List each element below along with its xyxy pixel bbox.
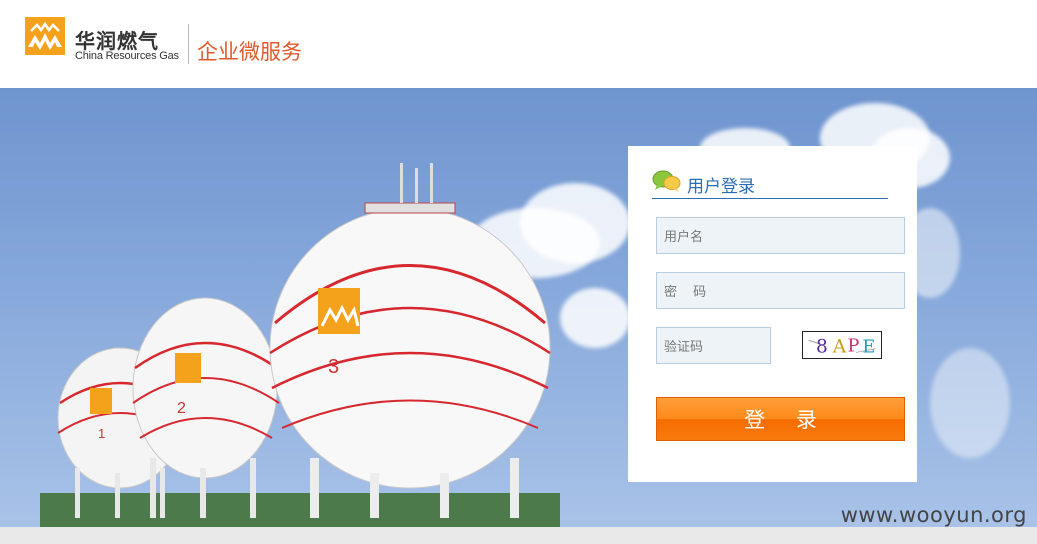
- captcha-char-4: E: [862, 337, 875, 357]
- page-header: 华润燃气 China Resources Gas 企业微服务: [0, 0, 1037, 88]
- tank-2: 2: [132, 297, 280, 518]
- captcha-char-3: P: [848, 337, 860, 357]
- service-title: 企业微服务: [197, 40, 302, 64]
- header-divider: [188, 24, 189, 64]
- china-resources-logo-icon: [25, 17, 65, 55]
- login-title: 用户登录: [687, 177, 755, 197]
- tank-2-number: 2: [177, 400, 186, 417]
- hero-banner: 1 2 3 用户登录 用户名 密 码 验证码 8 A P E 登 录: [0, 88, 1037, 528]
- tank-3-number: 3: [328, 356, 339, 378]
- gas-tanks-illustration: 1 2 3: [40, 163, 560, 528]
- captcha-char-2: A: [832, 336, 847, 357]
- username-input[interactable]: 用户名: [656, 217, 905, 254]
- login-button[interactable]: 登 录: [656, 397, 905, 441]
- login-panel: 用户登录 用户名 密 码 验证码 8 A P E 登 录: [628, 146, 917, 482]
- watermark: www.wooyun.org: [840, 503, 1027, 527]
- captcha-input[interactable]: 验证码: [656, 327, 771, 364]
- captcha-char-1: 8: [816, 336, 828, 357]
- footer-strip: [0, 527, 1037, 544]
- brand-name-en: China Resources Gas: [75, 50, 179, 62]
- tank-1-number: 1: [98, 426, 105, 441]
- chat-bubbles-icon: [652, 170, 681, 192]
- login-header: 用户登录: [652, 168, 888, 199]
- tank-3: 3: [269, 163, 551, 518]
- password-input[interactable]: 密 码: [656, 272, 905, 309]
- captcha-image[interactable]: 8 A P E: [802, 331, 882, 359]
